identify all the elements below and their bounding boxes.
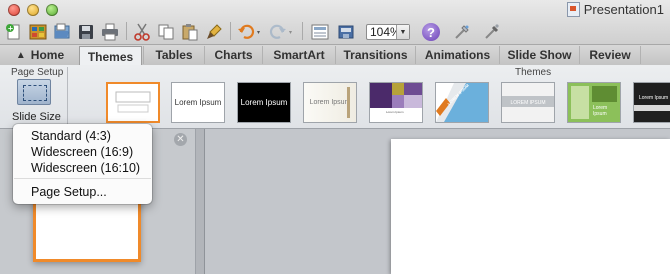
templates-icon[interactable] [28,22,48,42]
tab-label: SmartArt [273,48,325,62]
group-label-page-setup: Page Setup [11,67,64,78]
theme-text: Lorem Ipsum [309,99,351,106]
tab-label: Home [30,48,65,62]
toolbar-separator [126,22,127,40]
close-window-button[interactable] [8,4,20,16]
theme-text: LOREM IPSUM [510,99,546,106]
zoom-window-button[interactable] [46,4,58,16]
save-icon[interactable] [76,22,96,42]
slide-canvas[interactable] [391,139,670,274]
group-label-themes: Themes [515,67,552,78]
tab-label: Charts [214,48,253,62]
tab-label: Themes [87,49,134,64]
tab-review[interactable]: Review [579,46,641,64]
print-icon[interactable] [100,22,120,42]
document-icon [566,2,580,17]
theme-thumb-blank[interactable] [106,82,160,123]
tab-label: Transitions [343,48,408,62]
cut-icon[interactable] [132,22,152,42]
theme-thumb-dark-strip[interactable]: Lorem Ipsum [633,82,670,123]
toolbar-separator [230,22,231,40]
toolbar-separator [302,22,303,40]
window-title-text: Presentation1 [583,2,664,17]
theme-thumb-paper[interactable]: Lorem Ipsum [303,82,357,123]
tab-smartart[interactable]: SmartArt [262,46,335,64]
tab-label: Slide Show [507,48,572,62]
tab-charts[interactable]: Charts [204,46,262,64]
paste-icon[interactable] [180,22,200,42]
theme-text: Lorem Ipsum [240,98,288,107]
tab-animations[interactable]: Animations [415,46,499,64]
zoom-select[interactable]: 104% ▼ [366,24,410,40]
tab-label: Animations [424,48,491,62]
menu-item-widescreen-16-10[interactable]: Widescreen (16:10) [13,159,152,177]
redo-icon[interactable] [268,22,296,42]
slide-size-menu: Standard (4:3) Widescreen (16:9) Widescr… [13,124,152,204]
ribbon-panel: Page Setup Themes Slide Size Lorem Ipsum… [0,65,670,129]
ribbon-tab-bar: ▲ Home Themes Tables Charts SmartArt Tra… [0,45,670,66]
menu-separator [14,178,151,179]
gallery-icon[interactable] [310,22,330,42]
tab-label: Review [589,48,631,62]
tab-label: Tables [155,48,193,62]
theme-thumb-blue-diagonal[interactable]: LOREM IPSUM [435,82,489,123]
theme-text: Lorem Ipsum [174,98,222,107]
title-bar: Presentation1 + 104% ▼ ? [0,0,670,45]
svg-text:+: + [8,25,14,33]
connector-icon[interactable] [482,22,502,42]
theme-accent-bar [347,87,350,118]
theme-thumb-office-black[interactable]: Lorem Ipsum [237,82,291,123]
theme-thumb-green-photo[interactable]: Lorem Ipsum [567,82,621,123]
media-browser-icon[interactable] [336,22,356,42]
menu-item-page-setup[interactable]: Page Setup... [13,183,152,201]
open-icon[interactable] [52,22,72,42]
slide-size-icon [17,79,51,105]
close-icon[interactable]: ✕ [174,133,187,146]
undo-icon[interactable] [236,22,264,42]
format-painter-icon[interactable] [204,22,224,42]
theme-text: Lorem Ipsum [386,110,404,114]
theme-thumb-purple-blocks[interactable]: Lorem Ipsum [369,82,423,123]
pane-splitter[interactable] [196,129,205,274]
tab-slide-show[interactable]: Slide Show [499,46,579,64]
theme-thumb-office-white[interactable]: Lorem Ipsum [171,82,225,123]
window-title: Presentation1 [566,2,664,17]
tab-tables[interactable]: Tables [143,46,204,64]
new-icon[interactable]: + [4,22,24,42]
theme-text: Lorem Ipsum [593,105,608,117]
theme-strip [634,105,670,111]
slide-size-label: Slide Size [12,111,61,123]
tab-themes[interactable]: Themes [79,46,142,66]
home-icon: ▲ [15,49,26,61]
tab-home[interactable]: ▲ Home [2,46,78,64]
theme-text: Lorem Ipsum [639,95,669,101]
minimize-window-button[interactable] [27,4,39,16]
chevron-down-icon[interactable]: ▼ [396,25,409,39]
tab-transitions[interactable]: Transitions [335,46,415,64]
toolbox-icon[interactable] [452,22,472,42]
theme-thumb-gray-band[interactable]: LOREM IPSUM [501,82,555,123]
help-icon[interactable]: ? [422,23,440,41]
slide-size-button[interactable]: Slide Size [12,79,61,123]
copy-icon[interactable] [156,22,176,42]
group-divider [67,67,68,125]
